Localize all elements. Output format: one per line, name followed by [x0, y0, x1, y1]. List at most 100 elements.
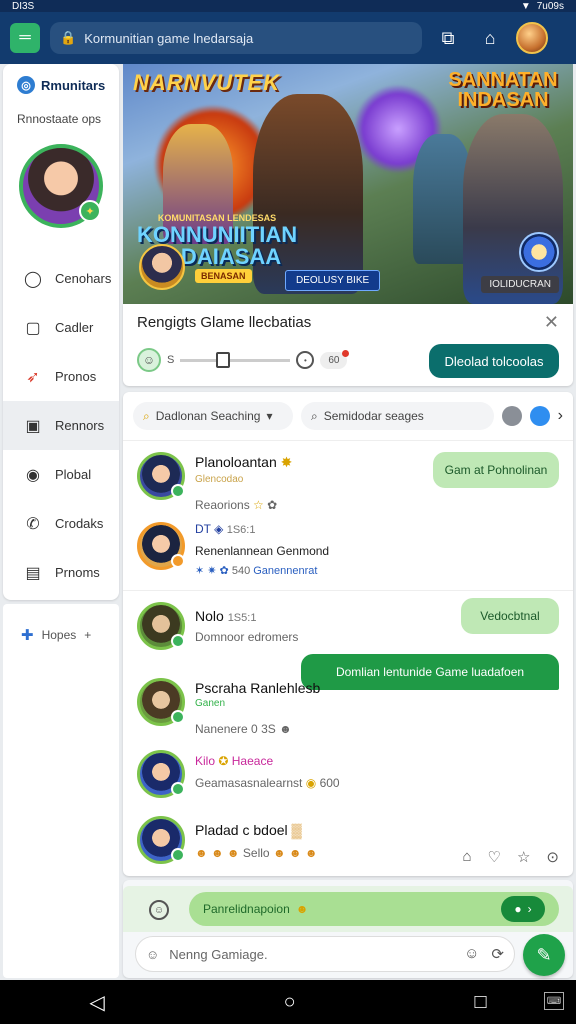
sticker-icon[interactable]: ⟳ [491, 945, 504, 963]
volume-slider[interactable] [180, 351, 291, 368]
emoji-icon[interactable]: ☺ [464, 945, 479, 963]
reaction-label: Ganennenrat [253, 565, 318, 577]
emoji-icon: ✿ [267, 498, 278, 512]
filter-icon[interactable] [501, 406, 522, 426]
message-row[interactable]: Kilo ✪ Haeace Geamasasnalearnst ◉ 600 [137, 748, 567, 804]
dial-icon[interactable]: • [296, 351, 315, 369]
community-icon: ◎ [17, 76, 35, 94]
divider [123, 590, 573, 591]
message-author-secondary: Haeace [231, 754, 274, 768]
search-input[interactable]: ⌕ Semidodar seages [301, 402, 494, 430]
avatar[interactable] [137, 750, 185, 798]
compose-button[interactable]: ✎ [523, 934, 565, 976]
app-icon[interactable]: ═ [10, 23, 40, 53]
sidebar-item-label: Prnoms [55, 565, 100, 580]
slider-thumb[interactable] [216, 351, 231, 368]
rocket-icon: ➶ [26, 368, 40, 386]
gamepad-icon: ◉ [26, 466, 40, 484]
system-nav-bar: ◁ ○ □ ⌨ [0, 980, 576, 1024]
message-count: 600 [319, 776, 340, 790]
signal-icon: ▼ [520, 0, 531, 12]
share-icon[interactable]: ⧉ [432, 22, 464, 54]
reaction-count: 540 [231, 565, 251, 577]
composer: ☺ Panrelidnapoion ☻ ● › ☺ Nenng Gamiage. … [123, 880, 573, 978]
sidebar-item-label: Rennors [55, 418, 105, 433]
avatar[interactable] [137, 452, 185, 500]
status-bar: DI3S ▼ 7u09s [0, 0, 576, 12]
message-input[interactable]: ☺ Nenng Gamiage. ☺ ⟳ [135, 936, 515, 972]
message-placeholder: Nenng Gamiage. [169, 946, 268, 962]
game-notice-card: Rengigts Glame llecbatias ✕ ☺ S • 60 Dle… [123, 304, 573, 386]
user-avatar[interactable]: ✦ [19, 144, 103, 228]
recents-icon[interactable]: □ [474, 991, 486, 1014]
sidebar-item-hopes[interactable]: ✚ Hopes + [3, 604, 119, 644]
message-author: DT [195, 522, 211, 536]
hopes-label: Hopes [41, 628, 77, 642]
search-filter-left[interactable]: ⌕ Dadlonan Seaching ▾ [133, 402, 293, 430]
sidebar-item-label: Plobal [55, 467, 92, 482]
hero-title-left: NARNVUTEK [133, 70, 281, 95]
download-button[interactable]: Dleolad tolcoolas [429, 344, 559, 378]
star-icon[interactable]: ☆ [517, 848, 530, 866]
plus-icon: + [84, 628, 92, 642]
emoji-row-icon: ☻ ☻ ☻ [272, 846, 318, 860]
sidebar-brand[interactable]: ◎ Rmunitars [3, 64, 119, 94]
chat-bubble-reply[interactable]: Gam at Pohnolinan [433, 452, 559, 488]
avatar[interactable] [137, 816, 185, 864]
message-author: Pladad c bdoel [195, 822, 288, 838]
home-icon[interactable]: ⌂ [474, 22, 506, 54]
online-status-icon [171, 848, 185, 862]
close-icon[interactable]: ✕ [544, 312, 559, 333]
sidebar-item-cadler[interactable]: ▢ Cadler [3, 303, 119, 352]
address-bar[interactable]: 🔒 Kormunitian game lnedarsaja [50, 22, 422, 54]
search-icon: ⌕ [311, 408, 318, 423]
status-icon[interactable] [529, 406, 550, 426]
chevron-right-icon[interactable]: › [558, 407, 563, 425]
sidebar-item-crodaks[interactable]: ✆ Crodaks [3, 499, 119, 548]
chat-bubble-icon: ◯ [24, 270, 42, 288]
emoji-icon: ✪ [218, 754, 229, 768]
quick-send-button[interactable]: ● › [501, 896, 545, 922]
reaction-icon: ✶ ✷ ✿ [195, 565, 229, 577]
message-author: Kilo [195, 754, 216, 768]
home-circle-icon[interactable]: ○ [284, 991, 296, 1014]
sidebar-item-cenohars[interactable]: ◯ Cenohars [3, 254, 119, 303]
quick-reply-pill[interactable]: Panrelidnapoion ☻ ● › [189, 892, 559, 926]
search-icon: ⌕ [143, 408, 150, 423]
avatar[interactable] [137, 678, 185, 726]
smiley-icon[interactable]: ☺ [137, 348, 161, 372]
smiley-icon[interactable]: ☺ [146, 947, 159, 962]
count-pill: 60 [320, 349, 350, 369]
status-time: 7u09s [536, 0, 564, 12]
message-row[interactable]: Pscraha Ranlehlesb Ganen Nanenere 0 3S ☻ [137, 676, 567, 740]
message-row[interactable]: DT ◈ 1S6:1 Renenlannean Genmond ✶ ✷ ✿ 54… [137, 520, 567, 580]
sidebar-item-label: Cenohars [55, 271, 112, 286]
sidebar-item-label: Crodaks [55, 516, 104, 531]
search-right-label: Semidodar seages [323, 409, 424, 423]
chat-panel: ⌕ Dadlonan Seaching ▾ ⌕ Semidodar seages… [123, 392, 573, 876]
back-icon[interactable]: ◁ [89, 990, 104, 1015]
badge-icon: ◈ [214, 522, 224, 536]
profile-avatar[interactable] [516, 22, 548, 54]
online-status-icon [171, 484, 185, 498]
sidebar-item-prnoms[interactable]: ▤ Prnoms [3, 548, 119, 597]
sidebar-item-label: Cadler [55, 320, 94, 335]
hero-tag-2[interactable]: DEOLUSY BIKE [285, 270, 381, 291]
more-icon[interactable]: ⊙ [546, 848, 559, 866]
keyboard-icon[interactable]: ⌨ [544, 992, 564, 1010]
sidebar-item-plobal[interactable]: ◉ Plobal [3, 450, 119, 499]
sidebar-item-pronos[interactable]: ➶ Pronos [3, 352, 119, 401]
online-status-icon [171, 554, 185, 568]
avatar[interactable] [137, 522, 185, 570]
share-icon[interactable]: ⌂ [462, 848, 471, 866]
smiley-icon[interactable]: ☺ [149, 900, 169, 920]
chat-bubble-reply[interactable]: Vedocbtnal [461, 598, 559, 634]
sidebar-item-rennors[interactable]: ▣ Rennors [3, 401, 119, 450]
sticker-icon: ▓ [291, 822, 302, 838]
hero-banner[interactable]: NARNVUTEK SANNATAN INDASAN KOMUNITASAN L… [123, 64, 573, 304]
heart-icon[interactable]: ♡ [488, 848, 501, 866]
star-icon: ✸ [280, 454, 293, 470]
avatar[interactable] [137, 602, 185, 650]
chevron-right-icon: › [527, 902, 532, 916]
online-status-icon [171, 634, 185, 648]
